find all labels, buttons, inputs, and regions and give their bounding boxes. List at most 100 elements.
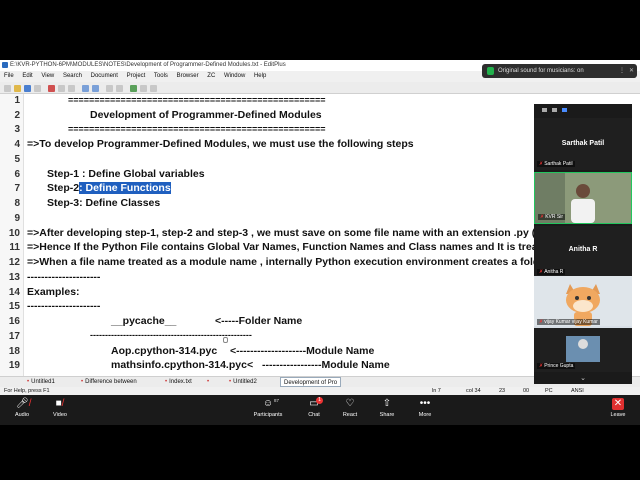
line-number: 15 [8,301,20,312]
mic-muted-icon: ✗ [539,161,544,167]
line-number: 4 [14,139,20,150]
participant-name: Sarthak Patil [561,140,605,147]
run-icon[interactable] [130,85,137,92]
line-number: 9 [14,213,20,224]
menu-file[interactable]: File [4,73,14,79]
line-number: 1 [14,95,20,106]
gallery-view-controls [534,104,632,116]
line-number: 13 [8,272,20,283]
leave-button[interactable]: ✕ Leave [598,398,638,424]
participant-label-text: vijay Kumar vijay Kumar [544,319,598,325]
ruler-icon[interactable] [150,85,157,92]
mic-muted-icon: 🎤︎/ [16,398,32,409]
participant-label-text: Prince Gupta [544,363,574,369]
menu-help[interactable]: Help [254,73,266,79]
share-button[interactable]: ⇧ Share [367,398,407,424]
menu-browser[interactable]: Browser [177,73,199,79]
menu-document[interactable]: Document [91,73,118,79]
editplus-app-icon [2,62,8,68]
react-button[interactable]: ♡ React [330,398,370,424]
word-wrap-icon[interactable] [140,85,147,92]
line-number: 17 [8,331,20,342]
video-label: Video [53,412,67,418]
code-line-16a: __pycache__ [111,315,177,327]
status-encoding: ANSI [571,388,584,394]
meeting-controls-bar: 🎤︎/ Audio ■/ Video ☺ 87 Participants ▭ 1… [0,395,640,425]
tab-unnamed[interactable]: • [204,377,214,387]
strip-view-icon[interactable] [552,108,557,112]
participant-tile[interactable]: Anitha R ✗Anitha R [534,226,632,278]
code-line-14: Examples: [27,286,80,298]
participant-label: ✗Anitha R [537,269,566,275]
paste-icon[interactable] [68,85,75,92]
tab-development-of-pro[interactable]: Development of Pro [280,377,342,387]
participant-video-tile[interactable]: ✗KVR Sir [534,172,632,224]
participant-label: ✗Prince Gupta [537,363,576,369]
video-button[interactable]: ■/ Video [40,398,80,424]
line-number: 5 [14,154,20,165]
mic-muted-icon: ✗ [540,214,545,220]
speaker-view-icon[interactable] [542,108,547,112]
participant-label: ✗KVR Sir [538,214,565,220]
react-label: React [342,412,358,418]
tab-label: Untitled2 [233,379,257,385]
menu-view[interactable]: View [41,73,54,79]
copy-icon[interactable] [58,85,65,92]
menu-edit[interactable]: Edit [22,73,32,79]
redo-icon[interactable] [92,85,99,92]
modified-icon: • [81,379,84,385]
more-options-icon[interactable]: ⋮ [619,64,625,78]
tab-label: Difference between [85,379,137,385]
code-line-4: =>To develop Programmer-Defined Modules,… [27,138,414,150]
participant-name: Anitha R [568,246,598,253]
modified-icon: • [165,379,168,385]
line-number: 7 [14,183,20,194]
menu-search[interactable]: Search [63,73,82,79]
chat-button[interactable]: ▭ 1 Chat [294,397,334,424]
more-icon: ••• [419,398,431,409]
more-button[interactable]: ••• More [405,398,445,424]
line-number: 14 [8,287,20,298]
menu-zc[interactable]: ZC [207,73,215,79]
cut-icon[interactable] [48,85,55,92]
menu-project[interactable]: Project [127,73,146,79]
status-line: ln 7 [432,388,441,394]
chat-label: Chat [308,412,320,418]
code-line-2: Development of Programmer-Defined Module… [90,109,322,121]
participant-avatar-tile[interactable]: ✗vijay Kumar vijay Kumar [534,276,632,328]
participant-photo [566,336,600,362]
code-line-12: =>When a file name treated as a module n… [27,256,546,268]
line-number: 16 [8,316,20,327]
participants-label: Participants [253,412,283,418]
chevron-down-icon[interactable]: ⌄ [578,374,588,382]
tab-untitled1[interactable]: • Untitled1 [24,377,58,387]
find-icon[interactable] [106,85,113,92]
participant-tile[interactable]: ✗Prince Gupta [534,328,632,372]
open-folder-icon[interactable] [14,85,21,92]
line-number: 6 [14,169,20,180]
replace-icon[interactable] [116,85,123,92]
react-icon: ♡ [345,398,355,409]
gallery-view-icon[interactable] [562,108,567,112]
print-icon[interactable] [34,85,41,92]
code-line-3: ========================================… [68,124,326,134]
save-icon[interactable] [24,85,31,92]
participant-tile[interactable]: Sarthak Patil ✗Sarthak Patil [534,118,632,170]
line-number: 8 [14,198,20,209]
close-icon[interactable]: ✕ [629,64,634,78]
menu-window[interactable]: Window [224,73,245,79]
chat-badge: 1 [316,397,323,404]
participants-button[interactable]: ☺ 87 Participants [248,398,288,424]
code-line-1: ========================================… [68,95,326,105]
audio-button[interactable]: 🎤︎/ Audio [2,398,42,424]
text-selection[interactable]: : Define Functions [79,182,171,194]
tab-index[interactable]: • Index.txt [162,377,195,387]
participants-icon: ☺ [262,398,274,409]
new-file-icon[interactable] [4,85,11,92]
participant-label-text: Anitha R [544,269,564,275]
tab-untitled2[interactable]: • Untitled2 [226,377,260,387]
status-value-1: 23 [499,388,506,394]
menu-tools[interactable]: Tools [154,73,168,79]
undo-icon[interactable] [82,85,89,92]
tab-difference-between[interactable]: • Difference between [78,377,140,387]
